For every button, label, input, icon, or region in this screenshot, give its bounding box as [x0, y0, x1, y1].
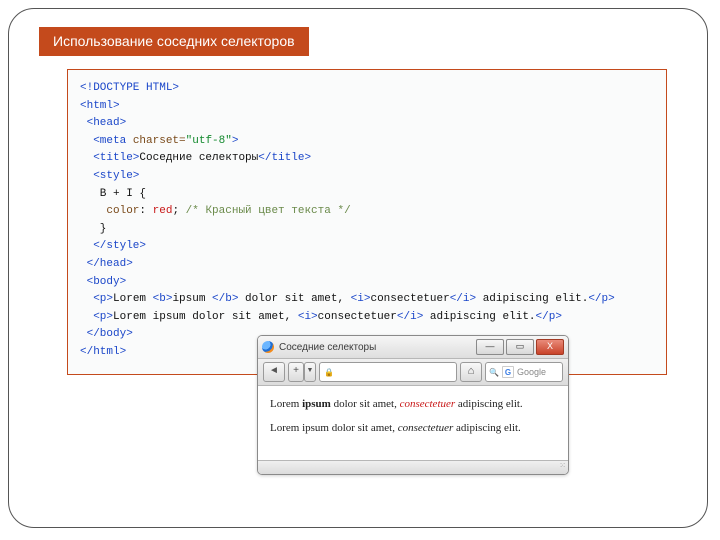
- browser-statusbar: ⁙: [258, 460, 568, 474]
- dropdown-button[interactable]: ▼: [304, 362, 316, 382]
- p1-text-e: adipiscing elit.: [476, 293, 588, 305]
- p1a: Lorem: [270, 398, 302, 410]
- p1e: adipiscing elit.: [455, 398, 523, 410]
- p1-text-d: consectetuer: [370, 293, 449, 305]
- val-utf8: "utf-8": [186, 135, 232, 147]
- p2-text-c: adipiscing elit.: [423, 311, 535, 323]
- new-tab-button[interactable]: +: [288, 362, 304, 382]
- doctype: <!DOCTYPE HTML>: [80, 82, 179, 94]
- window-minimize-button[interactable]: —: [476, 339, 504, 355]
- tag-meta: <meta: [93, 135, 126, 147]
- tag-p2-close: </p>: [536, 311, 562, 323]
- tag-style-close: </style>: [93, 240, 146, 252]
- tag-i1-open: <i>: [351, 293, 371, 305]
- tag-head-open: <head>: [87, 117, 127, 129]
- window-close-button[interactable]: X: [536, 339, 564, 355]
- tag-title-open: <title>: [93, 152, 139, 164]
- browser-viewport: Lorem ipsum dolor sit amet, consectetuer…: [258, 386, 568, 460]
- title-text: Соседние селекторы: [139, 152, 258, 164]
- p2c: adipiscing elit.: [453, 422, 521, 434]
- tag-i1-close: </i>: [450, 293, 476, 305]
- css-colon: :: [139, 205, 152, 217]
- p1-text-b: ipsum: [172, 293, 212, 305]
- p1-text-c: dolor sit amet,: [238, 293, 350, 305]
- tag-title-close: </title>: [258, 152, 311, 164]
- browser-window: Соседние селекторы — ▭ X ◄ + ▼ 🔒 ⌂ 🔍 G G…: [257, 335, 569, 475]
- tag-p2-open: <p>: [93, 311, 113, 323]
- code-block: <!DOCTYPE HTML> <html> <head> <meta char…: [67, 69, 667, 375]
- css-comment: /* Красный цвет текста */: [186, 205, 351, 217]
- search-placeholder: Google: [517, 367, 546, 377]
- google-icon: G: [502, 366, 514, 378]
- browser-tab-title: Соседние селекторы: [279, 342, 376, 353]
- tag-style-open: <style>: [93, 170, 139, 182]
- tag-i2-close: </i>: [397, 311, 423, 323]
- p2a: Lorem ipsum dolor sit amet,: [270, 422, 398, 434]
- resize-grip-icon[interactable]: ⁙: [552, 461, 568, 474]
- tag-b-open: <b>: [153, 293, 173, 305]
- firefox-icon: [262, 341, 274, 353]
- tag-meta-close: >: [232, 135, 239, 147]
- home-button[interactable]: ⌂: [460, 362, 482, 382]
- css-rule-close: }: [80, 221, 654, 239]
- css-val: red: [153, 205, 173, 217]
- tag-p1-close: </p>: [588, 293, 614, 305]
- tag-body-close: </body>: [87, 328, 133, 340]
- tag-i2-open: <i>: [298, 311, 318, 323]
- p1c: dolor sit amet,: [331, 398, 400, 410]
- rendered-para-1: Lorem ipsum dolor sit amet, consectetuer…: [270, 398, 556, 410]
- tag-html-open: <html>: [80, 100, 120, 112]
- rendered-para-2: Lorem ipsum dolor sit amet, consectetuer…: [270, 422, 556, 434]
- tag-b-close: </b>: [212, 293, 238, 305]
- lock-icon: 🔒: [324, 368, 334, 377]
- tag-body-open: <body>: [87, 276, 127, 288]
- browser-titlebar: Соседние селекторы — ▭ X: [258, 336, 568, 359]
- slide-frame: Использование соседних селекторов <!DOCT…: [8, 8, 708, 528]
- search-box[interactable]: 🔍 G Google: [485, 362, 563, 382]
- css-prop: color: [80, 205, 139, 217]
- p2-text-b: consectetuer: [318, 311, 397, 323]
- back-button[interactable]: ◄: [263, 362, 285, 382]
- css-selector: B + I {: [80, 186, 654, 204]
- p2-text-a: Lorem ipsum dolor sit amet,: [113, 311, 298, 323]
- p2b: consectetuer: [398, 422, 454, 434]
- browser-toolbar: ◄ + ▼ 🔒 ⌂ 🔍 G Google: [258, 359, 568, 386]
- search-icon: 🔍: [489, 368, 499, 377]
- css-semi: ;: [172, 205, 185, 217]
- attr-charset: charset=: [126, 135, 185, 147]
- p1b: ipsum: [302, 398, 331, 410]
- tag-html-close: </html>: [80, 346, 126, 358]
- slide-title: Использование соседних селекторов: [39, 27, 309, 56]
- p1d: consectetuer: [400, 398, 456, 410]
- p1-text-a: Lorem: [113, 293, 153, 305]
- window-maximize-button[interactable]: ▭: [506, 339, 534, 355]
- tag-p1-open: <p>: [93, 293, 113, 305]
- address-bar[interactable]: 🔒: [319, 362, 457, 382]
- tag-head-close: </head>: [87, 258, 133, 270]
